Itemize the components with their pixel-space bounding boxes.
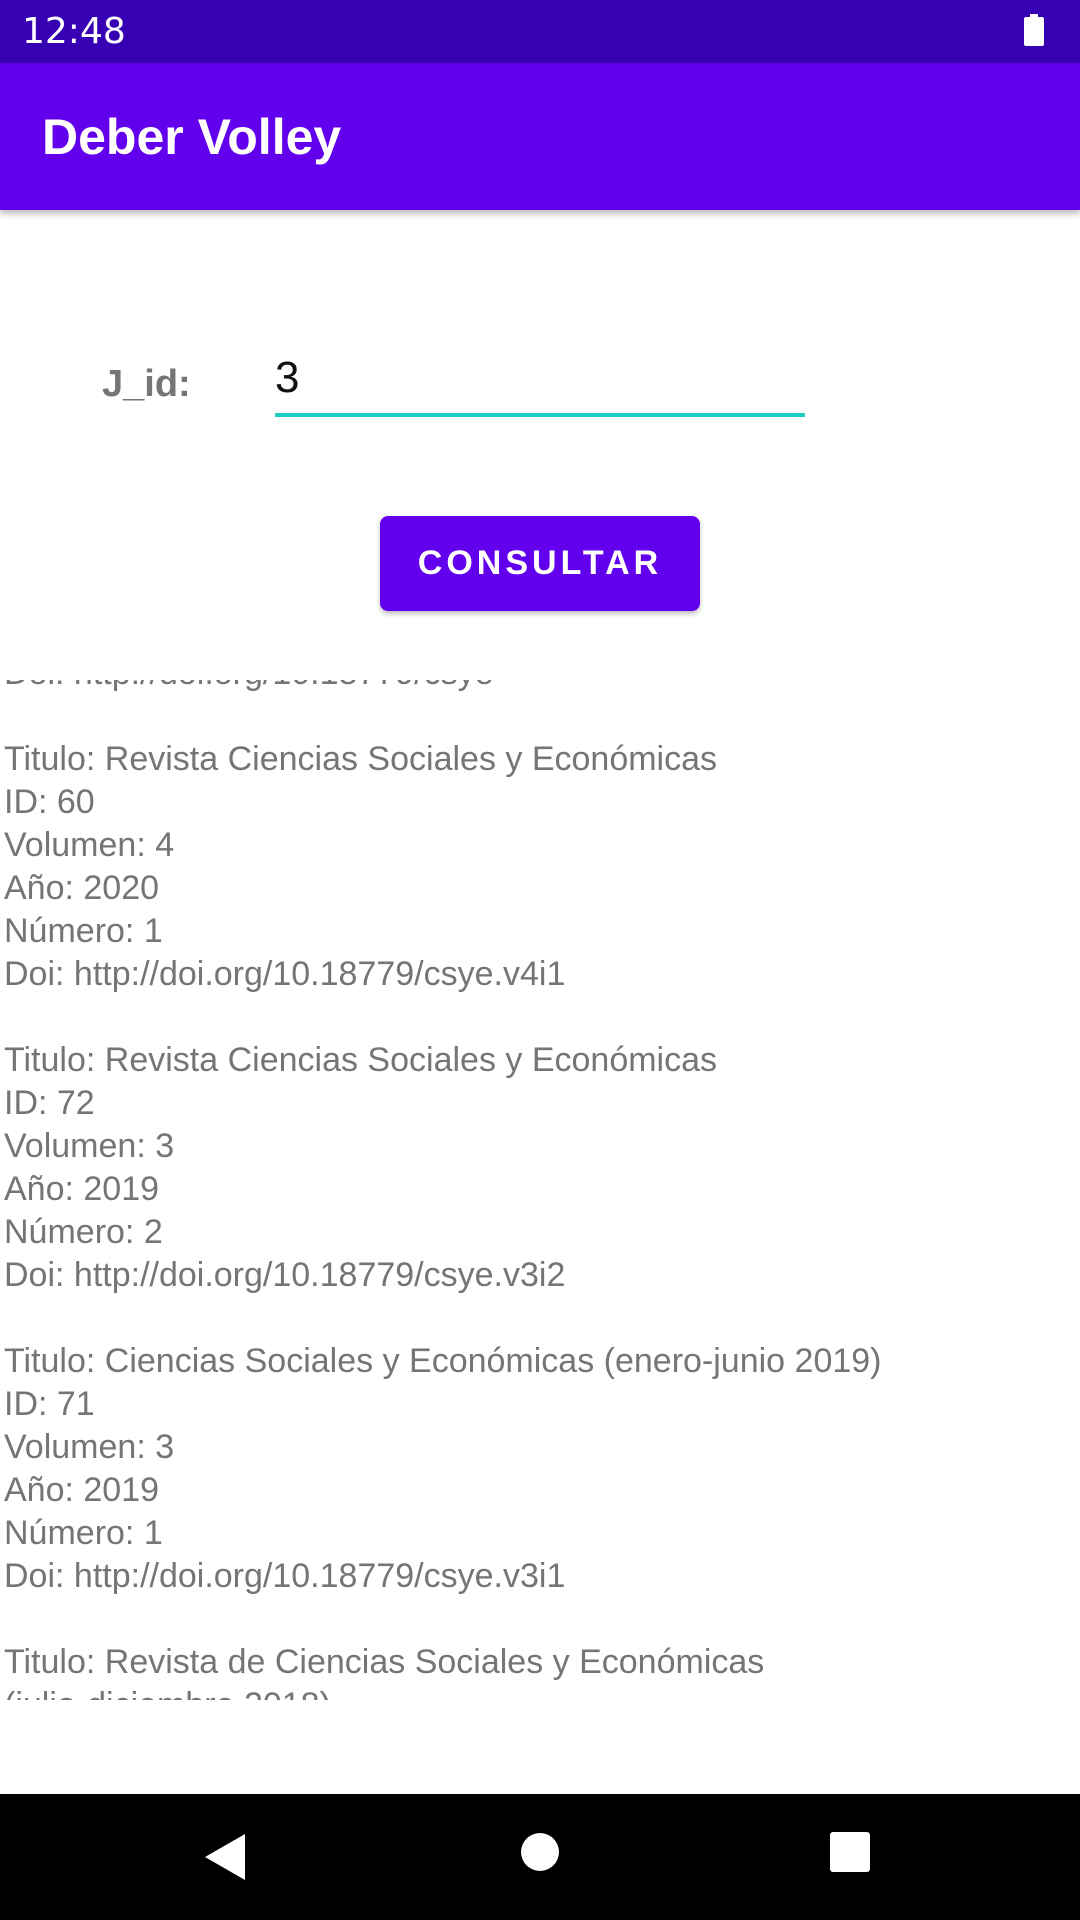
status-bar: 12:48 (0, 0, 1080, 63)
record-id: ID: 72 (4, 1084, 95, 1122)
record-doi: Doi: http://doi.org/10.18779/csye.v4i1 (4, 955, 566, 993)
partial-bottom-line-2: (julio-diciembre 2018) (4, 1684, 1074, 1700)
record-numero: Número: 1 (4, 1514, 163, 1552)
record-titulo: Titulo: Revista Ciencias Sociales y Econ… (4, 740, 718, 778)
record-doi: Doi: http://doi.org/10.18779/csye.v3i2 (4, 1256, 566, 1294)
record-numero: Número: 1 (4, 912, 163, 950)
jid-input[interactable] (275, 343, 805, 417)
consultar-button[interactable]: CONSULTAR (380, 516, 700, 611)
navigation-bar (0, 1794, 1080, 1920)
results-content: Doi: http://doi.org/10.18779/csye Titulo… (4, 680, 1074, 1700)
result-record: Titulo: Ciencias Sociales y Económicas (… (4, 1340, 1074, 1598)
record-titulo: Titulo: Revista Ciencias Sociales y Econ… (4, 1041, 718, 1079)
record-anio: Año: 2019 (4, 1471, 160, 1509)
app-title: Deber Volley (42, 109, 342, 165)
jid-label: J_id: (102, 363, 191, 405)
status-time: 12:48 (22, 11, 126, 52)
record-anio: Año: 2020 (4, 869, 160, 907)
record-id: ID: 60 (4, 783, 95, 821)
result-record: Titulo: Revista Ciencias Sociales y Econ… (4, 738, 1074, 996)
back-triangle-icon[interactable] (205, 1834, 245, 1880)
record-doi: Doi: http://doi.org/10.18779/csye.v3i1 (4, 1557, 566, 1595)
record-numero: Número: 2 (4, 1213, 163, 1251)
record-anio: Año: 2019 (4, 1170, 160, 1208)
app-screen: 12:48 Deber Volley J_id: CONSULTAR Doi: … (0, 0, 1080, 1920)
home-circle-icon[interactable] (520, 1832, 560, 1872)
recents-square-icon[interactable] (830, 1832, 870, 1872)
partial-bottom-line: Titulo: Revista de Ciencias Sociales y E… (4, 1643, 765, 1681)
record-id: ID: 71 (4, 1385, 95, 1423)
battery-full-icon (1024, 14, 1044, 46)
result-record: Titulo: Revista Ciencias Sociales y Econ… (4, 1039, 1074, 1297)
record-volumen: Volumen: 4 (4, 826, 175, 864)
record-titulo: Titulo: Ciencias Sociales y Económicas (… (4, 1342, 882, 1380)
record-volumen: Volumen: 3 (4, 1127, 175, 1165)
results-text[interactable]: Doi: http://doi.org/10.18779/csye Titulo… (0, 680, 1080, 1700)
app-bar: Deber Volley (0, 63, 1080, 210)
record-volumen: Volumen: 3 (4, 1428, 175, 1466)
partial-top-line: Doi: http://doi.org/10.18779/csye (4, 680, 1074, 695)
